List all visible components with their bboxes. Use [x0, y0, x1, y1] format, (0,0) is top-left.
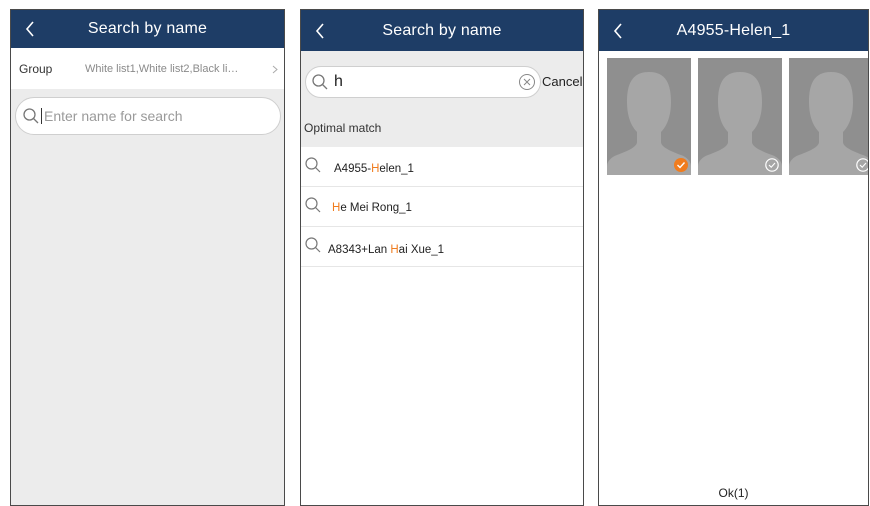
search-screen-results: Search by name h Cancel Optimal match A4…	[300, 9, 584, 506]
result-name: He Mei Rong_1	[332, 202, 412, 214]
page-title: Search by name	[382, 21, 502, 39]
search-icon	[305, 157, 321, 173]
person-photos-screen: A4955-Helen_1 Ok(1)	[598, 9, 869, 506]
result-item[interactable]: A8343+Lan Hai Xue_1	[301, 227, 583, 267]
group-selector[interactable]: Group White list1,White list2,Black li…	[11, 48, 284, 89]
search-screen-empty: Search by name Group White list1,White l…	[10, 9, 285, 506]
checked-icon[interactable]	[674, 158, 688, 172]
check-circle-icon[interactable]	[765, 158, 779, 172]
page-title: A4955-Helen_1	[676, 21, 791, 39]
photo-tile[interactable]	[789, 58, 869, 175]
photo-grid	[607, 58, 868, 175]
search-input[interactable]	[44, 108, 264, 124]
nav-bar: A4955-Helen_1	[599, 10, 868, 51]
nav-bar: Search by name	[301, 10, 583, 51]
search-query[interactable]: h	[334, 73, 518, 91]
section-header: Optimal match	[301, 109, 583, 147]
search-icon	[305, 197, 321, 213]
check-circle-icon[interactable]	[856, 158, 869, 172]
search-icon	[305, 237, 321, 253]
cancel-button[interactable]: Cancel	[542, 66, 582, 98]
search-bar: h Cancel	[301, 51, 583, 109]
search-icon	[23, 108, 39, 124]
ok-button[interactable]: Ok(1)	[599, 481, 868, 505]
result-list: A4955-Helen_1 He Mei Rong_1 A8343+Lan Ha…	[301, 147, 583, 267]
clear-icon[interactable]	[518, 73, 536, 91]
result-item[interactable]: A4955-Helen_1	[301, 147, 583, 187]
result-name: A8343+Lan Hai Xue_1	[328, 244, 445, 256]
group-value: White list1,White list2,Black li…	[85, 62, 239, 75]
search-field[interactable]: h	[305, 66, 541, 98]
nav-bar: Search by name	[11, 10, 284, 48]
chevron-right-icon	[272, 65, 278, 74]
result-item[interactable]: He Mei Rong_1	[301, 187, 583, 227]
photo-tile[interactable]	[698, 58, 782, 175]
search-field[interactable]	[15, 97, 281, 135]
search-icon	[312, 74, 328, 90]
page-title: Search by name	[87, 20, 208, 37]
result-name: A4955-Helen_1	[334, 163, 414, 175]
photo-tile[interactable]	[607, 58, 691, 175]
text-cursor	[41, 108, 42, 124]
group-label: Group	[19, 61, 53, 76]
